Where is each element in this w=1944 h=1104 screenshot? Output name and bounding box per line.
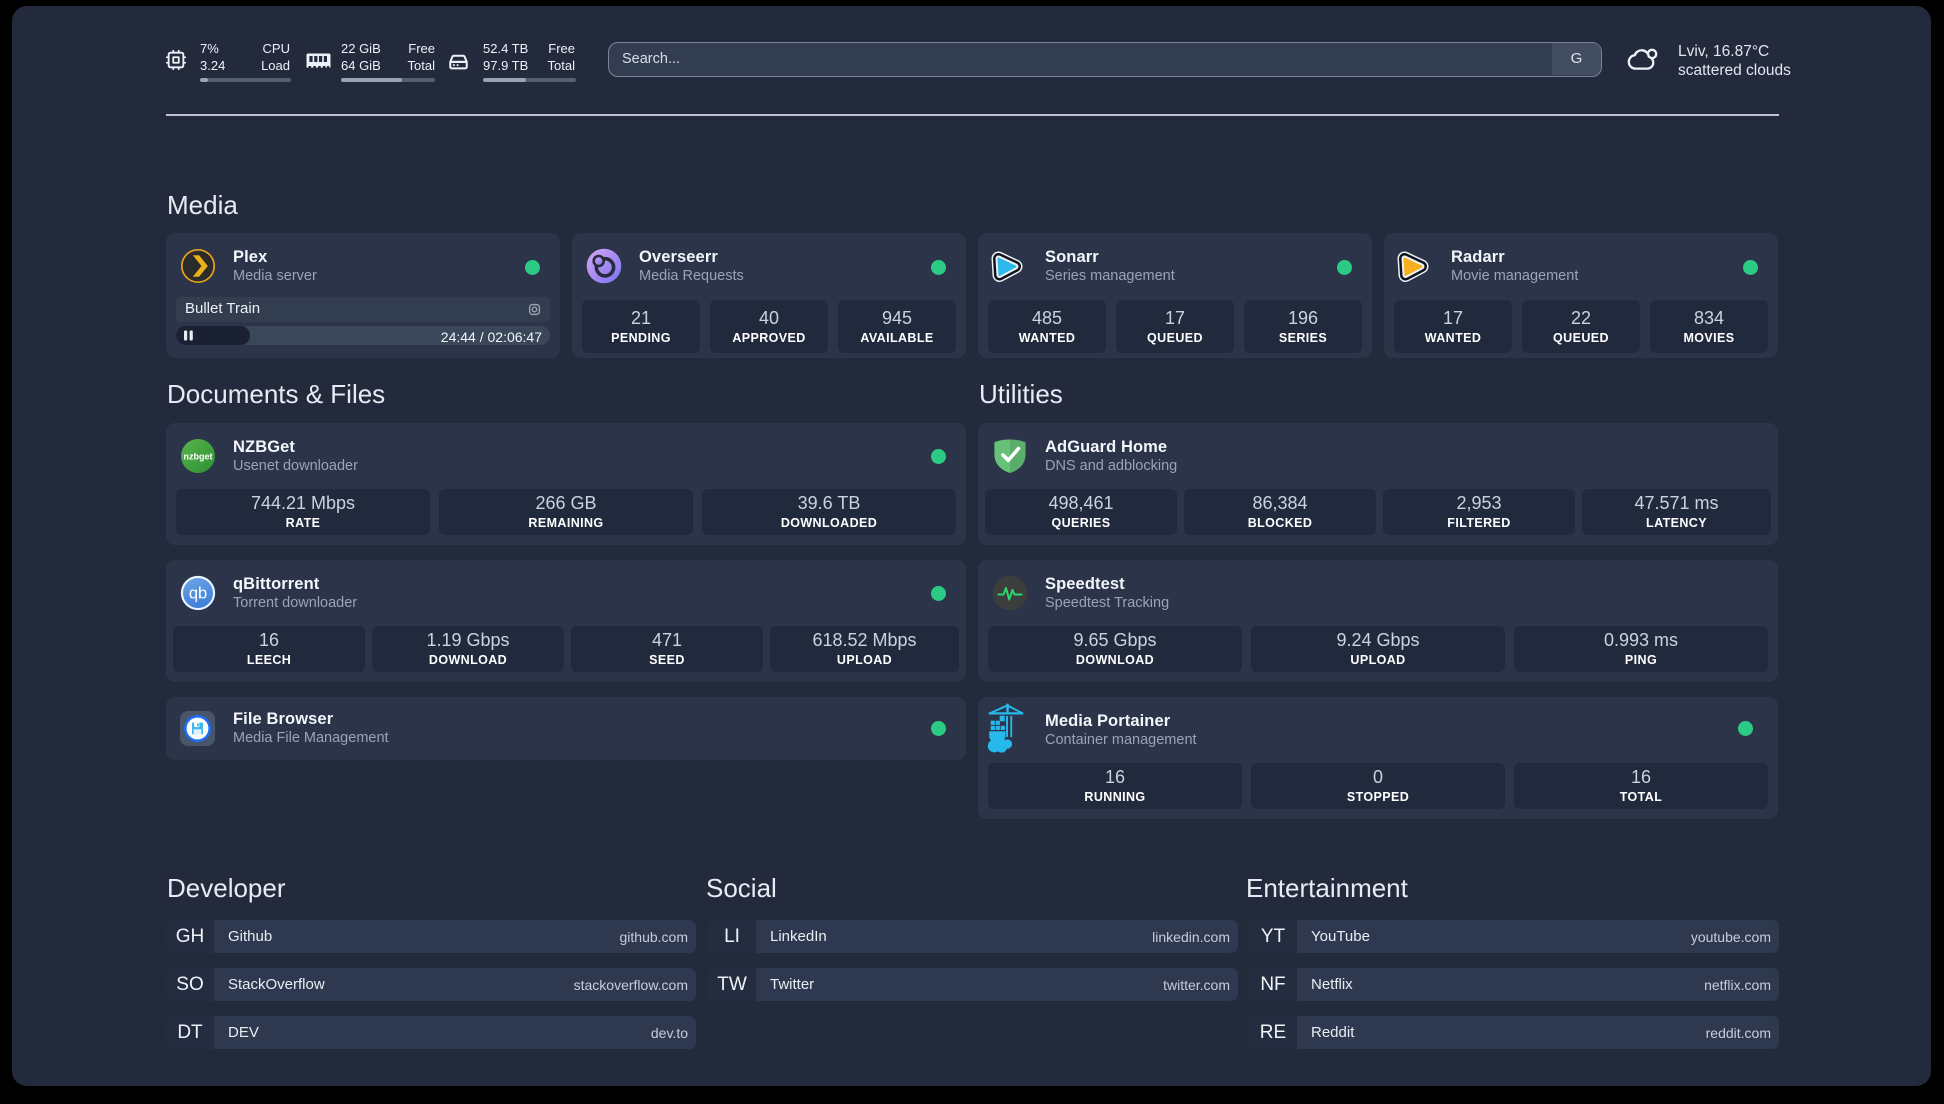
svg-text:qb: qb [189,585,207,603]
svg-text:nzbget: nzbget [184,452,213,462]
